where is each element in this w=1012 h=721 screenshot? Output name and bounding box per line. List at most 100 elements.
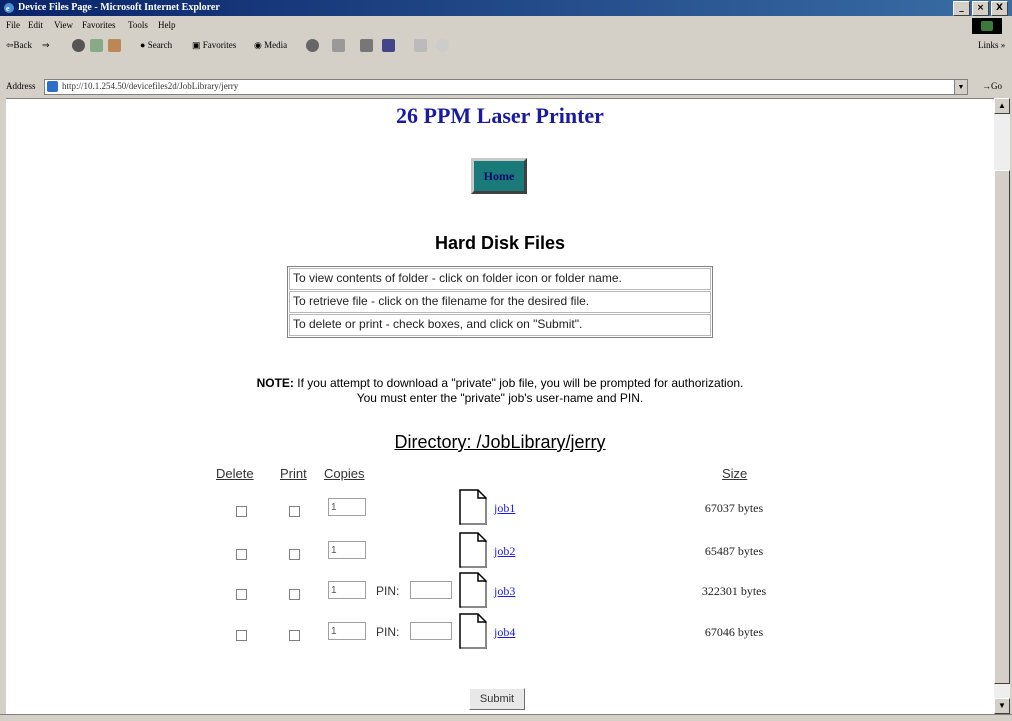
go-button[interactable]: →Go xyxy=(982,81,1002,91)
mail-icon[interactable] xyxy=(332,39,345,52)
file-icon[interactable] xyxy=(458,488,488,526)
file-icon[interactable] xyxy=(458,571,488,609)
column-delete: Delete xyxy=(216,466,254,481)
file-row: 1 job2 65487 bytes xyxy=(6,532,994,579)
minimize-button[interactable]: _ xyxy=(953,1,970,16)
address-dropdown-icon[interactable]: ▼ xyxy=(954,80,967,94)
file-row: 1 PIN: job3 322301 bytes xyxy=(6,572,994,619)
address-input[interactable]: http://10.1.254.50/devicefiles2d/JobLibr… xyxy=(44,79,968,95)
copies-input[interactable]: 1 xyxy=(328,541,366,559)
window-titlebar: e Device Files Page - Microsoft Internet… xyxy=(0,0,1012,16)
menu-favorites[interactable]: Favorites xyxy=(82,20,116,30)
svg-text:e: e xyxy=(6,4,10,13)
ie-logo-icon: e xyxy=(4,3,14,13)
search-button[interactable]: ● Search xyxy=(140,40,172,50)
directory-path: /JobLibrary/jerry xyxy=(476,432,606,452)
copies-input[interactable]: 1 xyxy=(328,581,366,599)
pin-input[interactable] xyxy=(410,581,452,599)
private-job-note: NOTE: If you attempt to download a "priv… xyxy=(6,376,994,406)
menu-edit[interactable]: Edit xyxy=(28,20,43,30)
menu-tools[interactable]: Tools xyxy=(128,20,148,30)
copies-input[interactable]: 1 xyxy=(328,498,366,516)
instruction-row: To delete or print - check boxes, and cl… xyxy=(289,314,711,336)
file-size: 67037 bytes xyxy=(704,501,764,515)
back-button[interactable]: ⇦Back xyxy=(6,40,32,51)
window-title: Device Files Page - Microsoft Internet E… xyxy=(18,2,220,13)
close-button[interactable]: X xyxy=(991,1,1008,16)
refresh-icon[interactable] xyxy=(90,39,103,52)
file-link[interactable]: job4 xyxy=(494,625,515,640)
menu-file[interactable]: File xyxy=(6,20,20,30)
column-size: Size xyxy=(722,466,748,481)
directory-label: Directory: xyxy=(394,432,472,452)
instruction-row: To view contents of folder - click on fo… xyxy=(289,268,711,290)
address-label: Address xyxy=(6,81,36,91)
pin-label: PIN: xyxy=(376,625,400,639)
favorites-button[interactable]: ▣ Favorites xyxy=(192,40,236,51)
home-icon[interactable] xyxy=(108,39,121,52)
file-icon[interactable] xyxy=(458,612,488,650)
file-link[interactable]: job3 xyxy=(494,584,515,599)
print-checkbox[interactable] xyxy=(289,630,300,641)
messenger-icon[interactable] xyxy=(436,39,449,52)
favorites-label: Favorites xyxy=(202,40,237,50)
column-copies: Copies xyxy=(324,466,365,481)
delete-checkbox[interactable] xyxy=(236,630,247,641)
note-text-1: If you attempt to download a "private" j… xyxy=(297,376,744,390)
page-icon xyxy=(47,81,58,92)
address-url[interactable]: http://10.1.254.50/devicefiles2d/JobLibr… xyxy=(62,81,238,91)
file-link[interactable]: job2 xyxy=(494,544,515,559)
pin-input[interactable] xyxy=(410,622,452,640)
delete-checkbox[interactable] xyxy=(236,549,247,560)
stop-icon[interactable] xyxy=(72,39,85,52)
window-controls: _ × X xyxy=(953,1,1008,16)
file-row: 1 job1 67037 bytes xyxy=(6,489,994,536)
file-link[interactable]: job1 xyxy=(494,501,515,516)
print-checkbox[interactable] xyxy=(289,589,300,600)
scroll-up-icon[interactable]: ▲ xyxy=(994,98,1010,114)
print-checkbox[interactable] xyxy=(289,506,300,517)
note-line-1: NOTE: If you attempt to download a "priv… xyxy=(6,376,994,391)
go-label: Go xyxy=(991,81,1002,91)
home-button[interactable]: Home xyxy=(471,158,527,194)
file-size: 322301 bytes xyxy=(701,584,767,598)
links-button[interactable]: Links » xyxy=(978,40,1005,50)
instruction-row: To retrieve file - click on the filename… xyxy=(289,291,711,313)
page-title: 26 PPM Laser Printer xyxy=(396,103,604,128)
delete-checkbox[interactable] xyxy=(236,506,247,517)
section-title: Hard Disk Files xyxy=(434,233,566,253)
scroll-down-icon[interactable]: ▼ xyxy=(994,698,1010,714)
search-label: Search xyxy=(147,40,173,50)
windows-flag-icon xyxy=(981,21,993,31)
instructions-table: To view contents of folder - click on fo… xyxy=(287,266,713,338)
pin-label: PIN: xyxy=(376,584,400,598)
print-checkbox[interactable] xyxy=(289,549,300,560)
delete-checkbox[interactable] xyxy=(236,589,247,600)
menu-help[interactable]: Help xyxy=(158,20,176,30)
menu-bar: File Edit View Favorites Tools Help xyxy=(0,17,1012,34)
page-viewport: 26 PPM Laser Printer Home Hard Disk File… xyxy=(6,98,994,715)
history-icon[interactable] xyxy=(306,39,319,52)
copies-input[interactable]: 1 xyxy=(328,622,366,640)
file-size: 65487 bytes xyxy=(704,544,764,558)
vertical-scrollbar[interactable]: ▲ ▼ xyxy=(994,98,1010,714)
note-label: NOTE: xyxy=(256,376,294,390)
media-button[interactable]: ◉ Media xyxy=(254,40,287,51)
print-icon[interactable] xyxy=(360,39,373,52)
column-print: Print xyxy=(280,466,307,481)
submit-button[interactable]: Submit xyxy=(469,688,525,710)
address-bar: Address http://10.1.254.50/devicefiles2d… xyxy=(0,78,1012,96)
ie-throbber xyxy=(972,18,1002,34)
maximize-button[interactable]: × xyxy=(972,1,989,16)
file-icon[interactable] xyxy=(458,531,488,569)
scroll-thumb[interactable] xyxy=(994,170,1010,684)
forward-button[interactable]: ⇒ xyxy=(42,40,50,51)
note-text-2: You must enter the "private" job's user-… xyxy=(356,391,644,405)
menu-view[interactable]: View xyxy=(54,20,73,30)
standard-toolbar: ⇦Back ⇒ ● Search ▣ Favorites ◉ Media Lin… xyxy=(0,35,1012,57)
edit-icon[interactable] xyxy=(382,39,395,52)
directory-heading: Directory: /JobLibrary/jerry xyxy=(6,432,994,453)
media-label: Media xyxy=(264,40,288,50)
file-row: 1 PIN: job4 67046 bytes xyxy=(6,613,994,660)
discuss-icon[interactable] xyxy=(414,39,427,52)
